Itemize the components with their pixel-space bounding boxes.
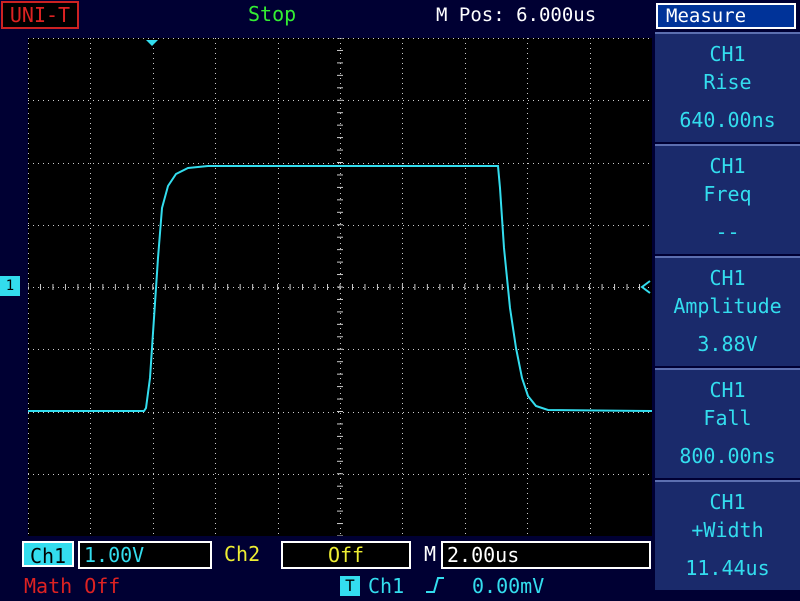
measure-name: +Width (691, 518, 764, 542)
ch2-volts-div: Off (281, 541, 411, 569)
measure-slot-freq[interactable]: CH1 Freq -- (655, 144, 800, 254)
math-status: Math Off (24, 574, 121, 598)
ch1-ground-marker: 1 (0, 276, 20, 296)
measure-value: 11.44us (685, 556, 770, 580)
horizontal-position: M Pos: 6.000us (436, 4, 597, 26)
measure-channel: CH1 (709, 378, 746, 402)
measure-value: 640.00ns (679, 108, 776, 132)
measure-name: Amplitude (673, 294, 782, 318)
measure-name: Rise (703, 70, 752, 94)
ch2-label[interactable]: Ch2 (224, 542, 260, 566)
measure-name: Fall (703, 406, 752, 430)
measure-channel: CH1 (709, 154, 746, 178)
trigger-position-marker (146, 40, 158, 46)
ch1-label[interactable]: Ch1 (22, 541, 74, 568)
run-state: Stop (248, 2, 297, 26)
measure-slot-amplitude[interactable]: CH1 Amplitude 3.88V (655, 256, 800, 366)
timebase-label: M (424, 542, 437, 566)
scope-grid (28, 38, 652, 536)
measure-panel: CH1 Rise 640.00ns CH1 Freq -- CH1 Amplit… (655, 32, 800, 600)
measure-name: Freq (703, 182, 752, 206)
measure-slot-fall[interactable]: CH1 Fall 800.00ns (655, 368, 800, 478)
measure-slot-rise[interactable]: CH1 Rise 640.00ns (655, 32, 800, 142)
measure-value: -- (715, 220, 740, 244)
menu-title-measure[interactable]: Measure (656, 3, 796, 29)
measure-channel: CH1 (709, 266, 746, 290)
rising-edge-icon (424, 574, 446, 601)
measure-slot-width[interactable]: CH1 +Width 11.44us (655, 480, 800, 590)
waveform-display (28, 38, 652, 536)
trigger-icon: T (340, 576, 360, 596)
ch1-volts-div: 1.00V (78, 541, 212, 569)
measure-channel: CH1 (709, 490, 746, 514)
trigger-level: 0.00mV (472, 574, 545, 598)
status-bar: Ch1 1.00V Ch2 Off M 2.00us Math Off T Ch… (0, 538, 655, 600)
brand-logo: UNI-T (1, 1, 79, 29)
measure-value: 800.00ns (679, 444, 776, 468)
measure-channel: CH1 (709, 42, 746, 66)
trigger-source: Ch1 (368, 574, 405, 598)
top-bar: UNI-T Stop M Pos: 6.000us Measure (0, 0, 800, 32)
timebase-value: 2.00us (441, 541, 651, 569)
measure-value: 3.88V (697, 332, 758, 356)
